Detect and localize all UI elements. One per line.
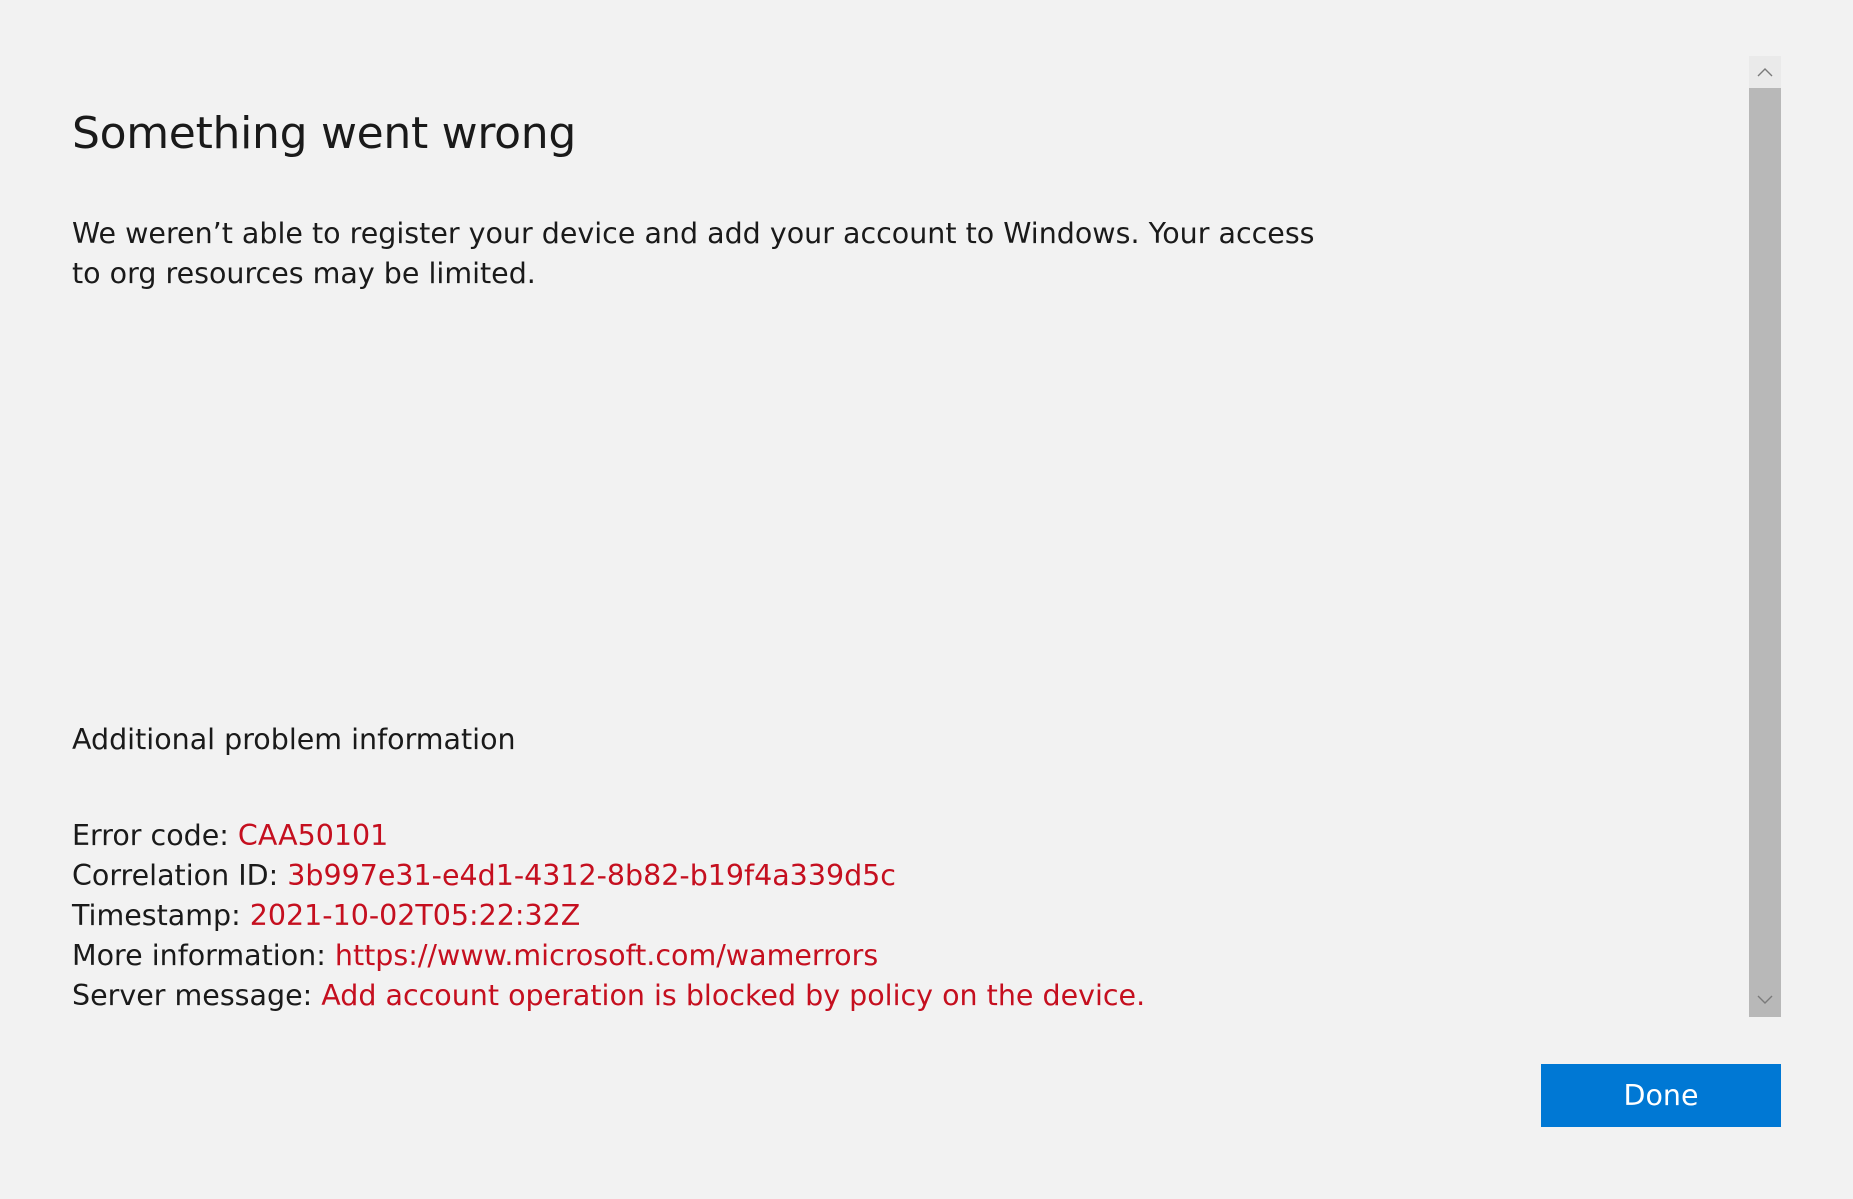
scroll-thumb[interactable] [1749, 88, 1781, 1017]
server-message-value: Add account operation is blocked by poli… [321, 979, 1146, 1012]
timestamp-row: Timestamp: 2021-10-02T05:22:32Z [72, 896, 1145, 936]
correlation-id-value: 3b997e31-e4d1-4312-8b82-b19f4a339d5c [287, 859, 896, 892]
done-button[interactable]: Done [1541, 1064, 1781, 1127]
chevron-up-icon [1757, 68, 1773, 77]
scroll-down-button[interactable] [1749, 984, 1781, 1016]
more-information-row: More information: https://www.microsoft.… [72, 936, 1145, 976]
timestamp-value: 2021-10-02T05:22:32Z [249, 899, 581, 932]
timestamp-label: Timestamp: [72, 899, 250, 932]
dialog-content: Something went wrong We weren’t able to … [72, 0, 1712, 1030]
additional-info-list: Error code: CAA50101 Correlation ID: 3b9… [72, 816, 1145, 1016]
additional-info-heading: Additional problem information [72, 723, 516, 756]
correlation-id-label: Correlation ID: [72, 859, 288, 892]
vertical-scrollbar[interactable] [1749, 56, 1781, 1017]
server-message-label: Server message: [72, 979, 322, 1012]
error-description: We weren’t able to register your device … [72, 217, 1315, 290]
server-message-row: Server message: Add account operation is… [72, 976, 1145, 1016]
error-code-value: CAA50101 [237, 819, 389, 852]
error-dialog: Something went wrong We weren’t able to … [0, 0, 1853, 1199]
error-code-label: Error code: [72, 819, 238, 852]
correlation-id-row: Correlation ID: 3b997e31-e4d1-4312-8b82-… [72, 856, 1145, 896]
chevron-down-icon [1757, 995, 1773, 1004]
error-code-row: Error code: CAA50101 [72, 816, 1145, 856]
dialog-title: Something went wrong [72, 108, 576, 159]
more-information-label: More information: [72, 939, 335, 972]
more-information-link[interactable]: https://www.microsoft.com/wamerrors [335, 939, 878, 972]
scroll-up-button[interactable] [1749, 56, 1781, 88]
